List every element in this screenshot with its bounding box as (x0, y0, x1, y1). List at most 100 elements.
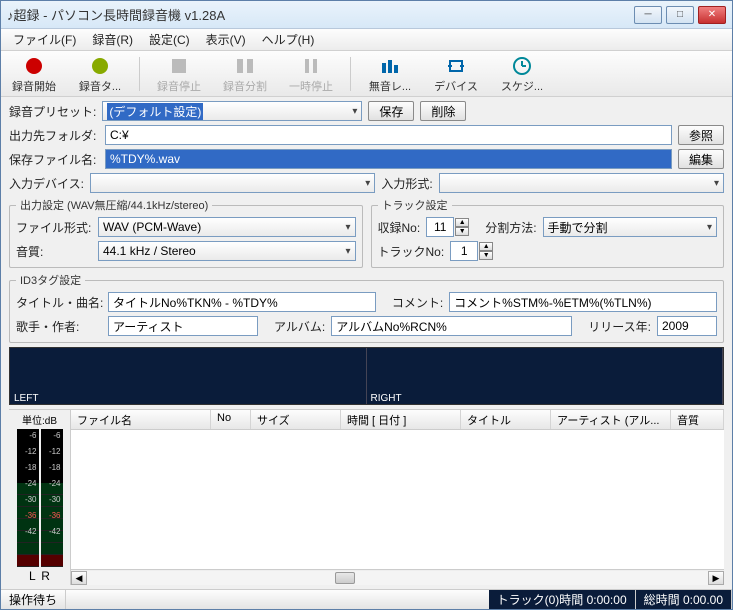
output-filename-label: 保存ファイル名: (9, 151, 99, 168)
device-row: 入力デバイス: 入力形式: (9, 173, 724, 193)
trackno-label: トラックNo: (378, 243, 445, 260)
silence-icon (378, 54, 402, 78)
device-button[interactable]: デバイス (429, 54, 483, 94)
spin-down-icon[interactable]: ▼ (479, 251, 493, 260)
output-filename-input[interactable] (105, 149, 672, 169)
split-method-label: 分割方法: (485, 219, 536, 236)
col-artist[interactable]: アーティスト (アル... (551, 410, 671, 429)
preset-label: 録音プリセット: (9, 103, 96, 120)
record-icon (22, 54, 46, 78)
edit-button[interactable]: 編集 (678, 149, 724, 169)
minimize-button[interactable]: ─ (634, 6, 662, 24)
silence-button[interactable]: 無音レ... (363, 54, 417, 94)
device-label: デバイス (429, 78, 483, 94)
menu-help[interactable]: ヘルプ(H) (254, 29, 323, 50)
horizontal-scrollbar[interactable]: ◀ ▶ (71, 569, 724, 585)
content-area: 録音プリセット: (デフォルト設定) 保存 削除 出力先フォルダ: 参照 保存フ… (1, 97, 732, 589)
output-settings-legend: 出力設定 (WAV無圧縮/44.1kHz/stereo) (16, 197, 212, 213)
id3-year-input[interactable] (657, 316, 717, 336)
settings-row: 出力設定 (WAV無圧縮/44.1kHz/stereo) ファイル形式: WAV… (9, 197, 724, 268)
record-stop-button[interactable]: 録音停止 (152, 54, 206, 94)
silence-label: 無音レ... (363, 78, 417, 94)
col-quality[interactable]: 音質 (671, 410, 724, 429)
spin-down-icon[interactable]: ▼ (455, 227, 469, 236)
window-buttons: ─ □ ✕ (634, 6, 726, 24)
output-settings-group: 出力設定 (WAV無圧縮/44.1kHz/stereo) ファイル形式: WAV… (9, 197, 363, 268)
output-folder-row: 出力先フォルダ: 参照 (9, 125, 724, 145)
id3-legend: ID3タグ設定 (16, 272, 85, 288)
input-device-label: 入力デバイス: (9, 175, 84, 192)
menu-record[interactable]: 録音(R) (84, 29, 141, 50)
meter-bars: -6 -12 -18 -24 -30 -36 -42 -6 -12 -18 -2… (17, 429, 63, 567)
id3-comment-input[interactable] (449, 292, 717, 312)
menu-settings[interactable]: 設定(C) (141, 29, 198, 50)
status-total-time: 総時間 0:00.00 (636, 590, 732, 609)
output-filename-row: 保存ファイル名: 編集 (9, 149, 724, 169)
output-folder-input[interactable] (105, 125, 672, 145)
file-list-body[interactable] (71, 430, 724, 569)
record-start-button[interactable]: 録音開始 (7, 54, 61, 94)
spin-up-icon[interactable]: ▲ (455, 218, 469, 227)
status-idle: 操作待ち (1, 590, 66, 609)
menubar: ファイル(F) 録音(R) 設定(C) 表示(V) ヘルプ(H) (1, 29, 732, 51)
preset-combo[interactable]: (デフォルト設定) (102, 101, 362, 121)
app-window: ♪超録 - パソコン長時間録音機 v1.28A ─ □ ✕ ファイル(F) 録音… (0, 0, 733, 610)
col-size[interactable]: サイズ (251, 410, 341, 429)
window-title: ♪超録 - パソコン長時間録音機 v1.28A (7, 5, 634, 24)
record-stop-label: 録音停止 (152, 78, 206, 94)
device-icon (444, 54, 468, 78)
schedule-button[interactable]: スケジ... (495, 54, 549, 94)
input-device-combo[interactable] (90, 173, 375, 193)
trackno-spinner[interactable]: ▲▼ (450, 241, 493, 261)
status-track-time: トラック(0)時間 0:00:00 (489, 590, 636, 609)
spin-up-icon[interactable]: ▲ (479, 242, 493, 251)
meter-right: -6 -12 -18 -24 -30 -36 -42 (41, 429, 63, 567)
split-method-combo[interactable]: 手動で分割 (543, 217, 717, 237)
filetype-combo[interactable]: WAV (PCM-Wave) (98, 217, 356, 237)
stop-icon (167, 54, 191, 78)
scroll-thumb[interactable] (335, 572, 355, 584)
track-settings-group: トラック設定 収録No: ▲▼ 分割方法: 手動で分割 トラックNo: ▲▼ (371, 197, 725, 268)
browse-button[interactable]: 参照 (678, 125, 724, 145)
statusbar: 操作待ち トラック(0)時間 0:00:00 総時間 0:00.00 (1, 589, 732, 609)
id3-artist-input[interactable] (108, 316, 258, 336)
record-start-label: 録音開始 (7, 78, 61, 94)
id3-title-label: タイトル・曲名: (16, 294, 102, 311)
record-timer-button[interactable]: 録音タ... (73, 54, 127, 94)
record-split-label: 録音分割 (218, 78, 272, 94)
record-timer-label: 録音タ... (73, 78, 127, 94)
id3-artist-label: 歌手・作者: (16, 318, 102, 335)
id3-title-input[interactable] (108, 292, 376, 312)
id3-year-label: リリース年: (588, 318, 651, 335)
recno-label: 収録No: (378, 219, 421, 236)
maximize-button[interactable]: □ (666, 6, 694, 24)
file-area: 単位:dB -6 -12 -18 -24 -30 -36 -42 -6 (9, 409, 724, 585)
input-format-combo[interactable] (439, 173, 724, 193)
col-title[interactable]: タイトル (461, 410, 551, 429)
quality-combo[interactable]: 44.1 kHz / Stereo (98, 241, 356, 261)
col-time[interactable]: 時間 [ 日付 ] (341, 410, 461, 429)
waveform-left: LEFT (10, 348, 367, 404)
menu-view[interactable]: 表示(V) (198, 29, 254, 50)
id3-album-label: アルバム: (274, 318, 325, 335)
recno-spinner[interactable]: ▲▼ (426, 217, 469, 237)
preset-delete-button[interactable]: 削除 (420, 101, 466, 121)
col-filename[interactable]: ファイル名 (71, 410, 211, 429)
file-list: ファイル名 No サイズ 時間 [ 日付 ] タイトル アーティスト (アル..… (71, 410, 724, 585)
preset-save-button[interactable]: 保存 (368, 101, 414, 121)
col-no[interactable]: No (211, 410, 251, 429)
level-meter: 単位:dB -6 -12 -18 -24 -30 -36 -42 -6 (9, 410, 71, 585)
id3-album-input[interactable] (331, 316, 572, 336)
close-button[interactable]: ✕ (698, 6, 726, 24)
schedule-label: スケジ... (495, 78, 549, 94)
scroll-left-icon[interactable]: ◀ (71, 571, 87, 585)
toolbar: 録音開始 録音タ... 録音停止 録音分割 一時停止 無音レ... デバイス (1, 51, 732, 97)
record-split-button[interactable]: 録音分割 (218, 54, 272, 94)
scroll-track[interactable] (87, 571, 708, 585)
pause-icon (299, 54, 323, 78)
scroll-right-icon[interactable]: ▶ (708, 571, 724, 585)
menu-file[interactable]: ファイル(F) (5, 29, 84, 50)
titlebar: ♪超録 - パソコン長時間録音機 v1.28A ─ □ ✕ (1, 1, 732, 29)
pause-label: 一時停止 (284, 78, 338, 94)
pause-button[interactable]: 一時停止 (284, 54, 338, 94)
